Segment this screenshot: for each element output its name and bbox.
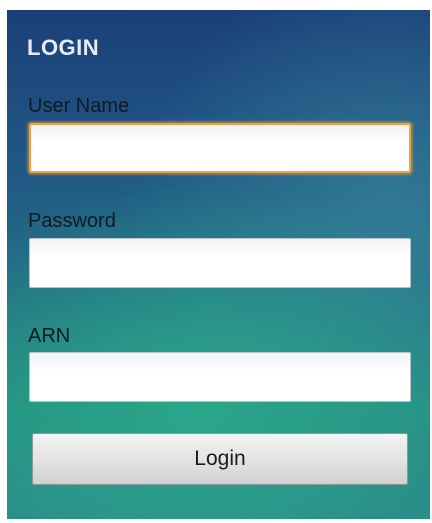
username-field[interactable] — [29, 123, 411, 173]
password-field[interactable] — [29, 238, 411, 288]
login-button[interactable]: Login — [32, 433, 408, 485]
username-label: User Name — [28, 95, 130, 117]
password-label: Password — [28, 210, 116, 232]
login-screen: LOGIN User Name Password ARN Login — [7, 10, 430, 519]
arn-label: ARN — [28, 325, 71, 347]
arn-field[interactable] — [29, 352, 411, 402]
login-title: LOGIN — [27, 35, 100, 60]
